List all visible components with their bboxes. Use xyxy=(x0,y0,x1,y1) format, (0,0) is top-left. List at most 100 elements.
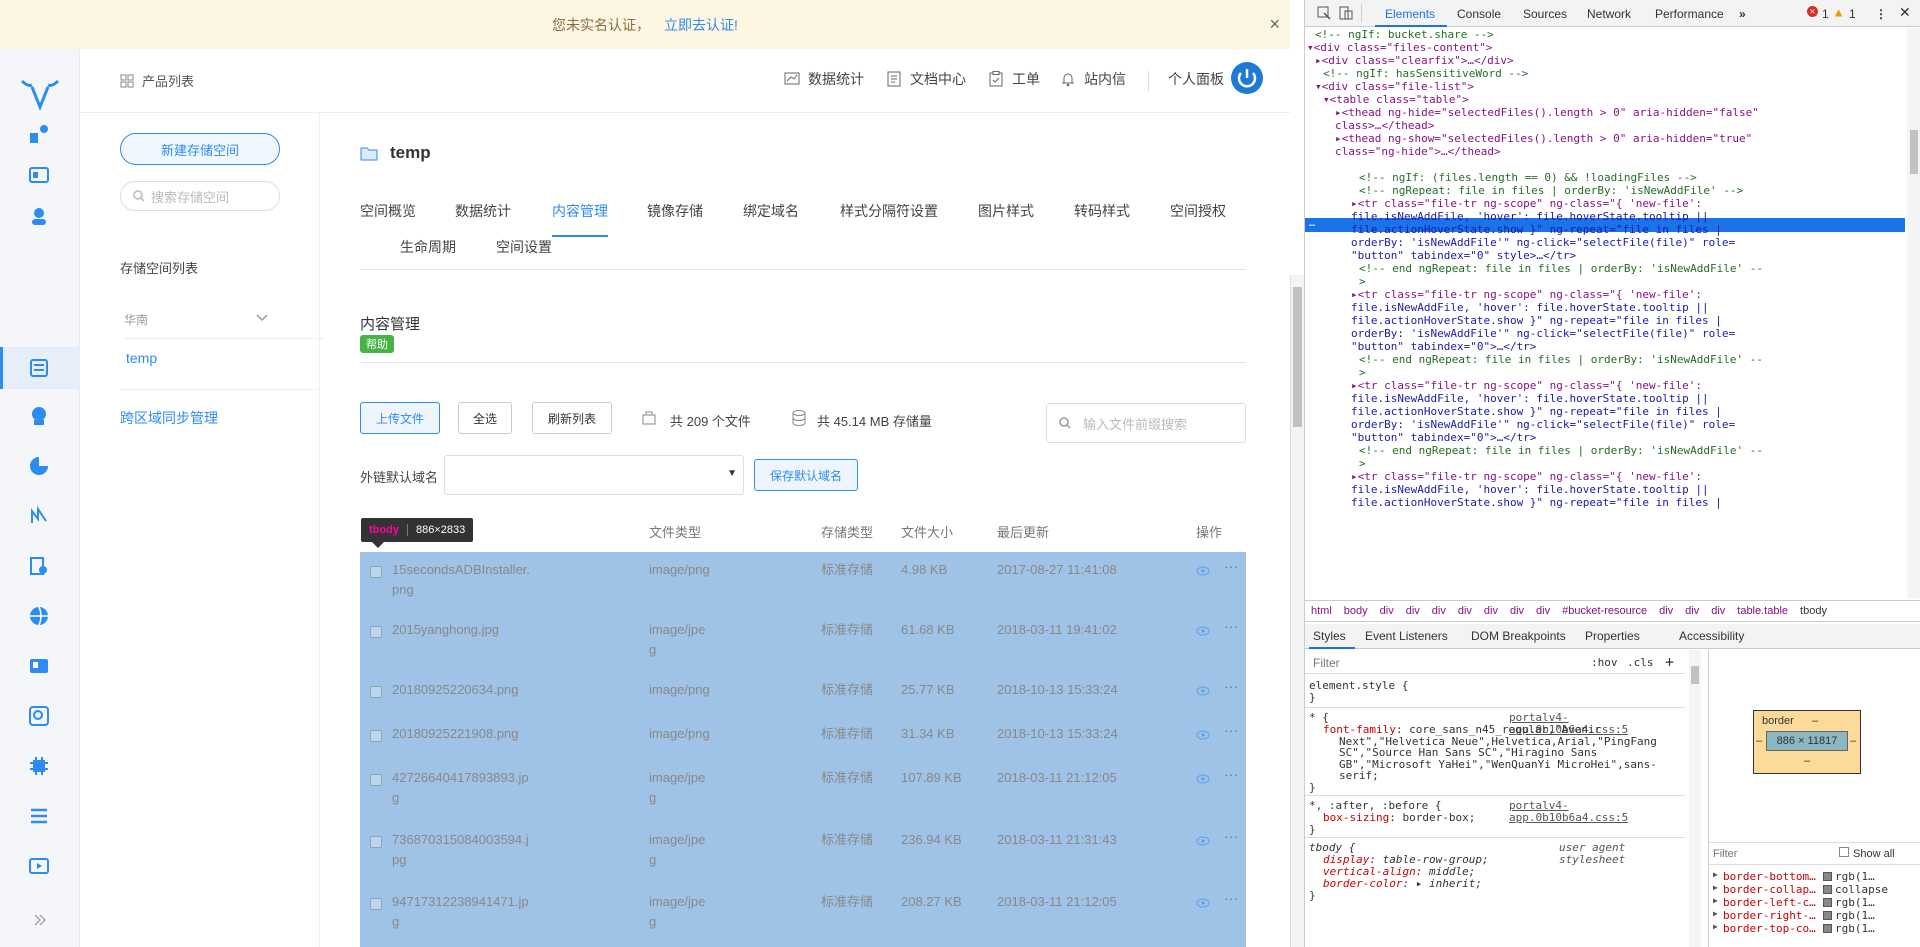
element-style-rule[interactable]: element.style { xyxy=(1309,680,1408,692)
dom-node-line[interactable]: ▸<thead ng-show="selectedFiles().length … xyxy=(1335,132,1752,145)
kebab-menu-icon[interactable]: ⋮ xyxy=(1875,7,1887,21)
close-devtools-icon[interactable]: ✕ xyxy=(1899,4,1911,21)
storage-icon[interactable] xyxy=(28,357,50,379)
breadcrumb-node[interactable]: div xyxy=(1685,605,1699,617)
inspect-element-icon[interactable] xyxy=(1317,6,1331,20)
breadcrumb-node[interactable]: div xyxy=(1406,605,1420,617)
qiniu-logo-icon[interactable] xyxy=(18,77,62,113)
dom-node-selected[interactable]: ▾<tbody> == $0 xyxy=(1335,158,1428,171)
new-style-rule-icon[interactable]: + xyxy=(1665,653,1674,671)
subtab-accessibility[interactable]: Accessibility xyxy=(1679,629,1744,643)
dom-node-line[interactable]: class="ng-hide">…</thead> xyxy=(1335,145,1501,158)
dom-node-line[interactable]: > xyxy=(1359,275,1366,288)
region-selector[interactable]: 华南 xyxy=(124,311,324,339)
dom-node-line[interactable]: "button" tabindex="0" style>…</tr> xyxy=(1351,249,1576,262)
expand-triangle-icon[interactable]: ▶ xyxy=(1713,883,1718,892)
video-icon[interactable] xyxy=(28,855,50,877)
file-prefix-search-input[interactable]: 输入文件前缀搜索 xyxy=(1046,403,1246,443)
tab-image-style[interactable]: 图片样式 xyxy=(978,201,1034,221)
dom-node-line[interactable]: "button" tabindex="0">…</tr> xyxy=(1351,431,1536,444)
computed-property-row[interactable]: ▶ border-bottom… rgb(1… xyxy=(1709,870,1920,883)
node-ellipsis-icon[interactable]: … xyxy=(1309,218,1315,229)
dom-node-line[interactable]: file.isNewAddFile, 'hover': file.hoverSt… xyxy=(1351,210,1709,223)
product-list-link[interactable]: 产品列表 xyxy=(120,71,194,90)
breadcrumb-node[interactable]: div xyxy=(1380,605,1394,617)
dom-scrollbar[interactable] xyxy=(1907,28,1920,598)
tab-sources[interactable]: Sources xyxy=(1523,7,1567,21)
help-badge[interactable]: 帮助 xyxy=(360,335,394,353)
dom-node-line[interactable]: file.isNewAddFile, 'hover': file.hoverSt… xyxy=(1351,392,1709,405)
computed-property-row[interactable]: ▶ border-left-c… rgb(1… xyxy=(1709,896,1920,909)
dom-node-line[interactable]: <!-- end ngRepeat: file in files | order… xyxy=(1359,444,1763,457)
rule3-property-3[interactable]: border-color xyxy=(1323,877,1402,890)
tab-performance[interactable]: Performance xyxy=(1655,7,1724,21)
preview-eye-icon[interactable] xyxy=(1196,626,1210,636)
more-actions-icon[interactable]: ··· xyxy=(1224,618,1238,634)
row-checkbox[interactable] xyxy=(370,836,382,848)
rule2-value[interactable]: border-box; xyxy=(1402,811,1475,824)
breadcrumb-node[interactable]: body xyxy=(1344,605,1368,617)
expand-triangle-icon[interactable]: ▶ xyxy=(1713,922,1718,931)
rule2-property[interactable]: box-sizing xyxy=(1323,811,1389,824)
preview-eye-icon[interactable] xyxy=(1196,730,1210,740)
dom-node-line[interactable]: ▸<thead ng-hide="selectedFiles().length … xyxy=(1335,106,1759,119)
dom-node-line[interactable]: ▾<div class="files-content"> xyxy=(1307,41,1492,54)
breadcrumb-node[interactable]: html xyxy=(1311,605,1332,617)
tab-space-auth[interactable]: 空间授权 xyxy=(1170,201,1226,221)
dom-node-line[interactable]: <!-- ngIf: bucket.share --> xyxy=(1315,28,1494,41)
verify-link[interactable]: 立即去认证! xyxy=(664,15,738,35)
dom-node-line[interactable]: <!-- ngRepeat: file in files | orderBy: … xyxy=(1359,184,1743,197)
cross-region-sync-link[interactable]: 跨区域同步管理 xyxy=(120,408,218,428)
subtab-styles[interactable]: Styles xyxy=(1313,629,1346,643)
profile-card-icon[interactable] xyxy=(28,655,50,677)
dom-node-line[interactable]: orderBy: 'isNewAddFile'" ng-click="selec… xyxy=(1351,236,1735,249)
dom-node-line[interactable]: file.actionHoverState.show }" ng-repeat=… xyxy=(1351,314,1722,327)
dom-node-line[interactable]: ▾<div class="file-list"> xyxy=(1315,80,1474,93)
styles-scrollbar[interactable] xyxy=(1689,650,1701,947)
tab-transcode-style[interactable]: 转码样式 xyxy=(1074,201,1130,221)
bucket-search-input[interactable]: 搜索存储空间 xyxy=(120,181,280,211)
more-actions-icon[interactable]: ··· xyxy=(1224,558,1238,574)
user-support-icon[interactable] xyxy=(28,205,50,227)
docs-link[interactable]: 文档中心 xyxy=(886,69,966,89)
breadcrumb-node[interactable]: div xyxy=(1711,605,1725,617)
globe-icon[interactable] xyxy=(28,605,50,627)
dom-node-line[interactable]: file.isNewAddFile, 'hover': file.hoverSt… xyxy=(1351,301,1709,314)
row-checkbox[interactable] xyxy=(370,730,382,742)
subtab-dom-breakpoints[interactable]: DOM Breakpoints xyxy=(1471,629,1566,643)
row-checkbox[interactable] xyxy=(370,898,382,910)
box-model-content[interactable]: 886 × 11817 xyxy=(1766,731,1848,751)
dom-node-line[interactable]: class>…</thead> xyxy=(1335,119,1434,132)
preview-eye-icon[interactable] xyxy=(1196,774,1210,784)
breadcrumb-node[interactable]: div xyxy=(1536,605,1550,617)
close-icon[interactable]: × xyxy=(1269,14,1280,35)
rule3-selector[interactable]: tbody { xyxy=(1309,842,1355,854)
dom-node-line[interactable]: file.isNewAddFile, 'hover': file.hoverSt… xyxy=(1351,483,1709,496)
computed-property-row[interactable]: ▶ border-right-… rgb(1… xyxy=(1709,909,1920,922)
upload-button[interactable]: 上传文件 xyxy=(360,402,440,434)
dom-node-line[interactable]: > xyxy=(1359,366,1366,379)
more-actions-icon[interactable]: ··· xyxy=(1224,890,1238,906)
dom-node-line[interactable]: "button" tabindex="0">…</tr> xyxy=(1351,340,1536,353)
new-bucket-button[interactable]: 新建存储空间 xyxy=(120,133,280,165)
color-swatch-icon[interactable] xyxy=(1823,924,1832,933)
list-icon[interactable] xyxy=(28,805,50,827)
main-scrollbar[interactable] xyxy=(1290,275,1304,947)
preview-eye-icon[interactable] xyxy=(1196,566,1210,576)
tab-mirror-storage[interactable]: 镜像存储 xyxy=(647,201,703,221)
ticket-link[interactable]: 工单 xyxy=(988,69,1040,89)
preview-eye-icon[interactable] xyxy=(1196,686,1210,696)
dom-node-line[interactable]: orderBy: 'isNewAddFile'" ng-click="selec… xyxy=(1351,327,1735,340)
tab-space-settings[interactable]: 空间设置 xyxy=(496,237,552,257)
tab-lifecycle[interactable]: 生命周期 xyxy=(400,237,456,257)
subtab-event-listeners[interactable]: Event Listeners xyxy=(1365,629,1448,643)
dom-node-line[interactable]: <!-- end ngRepeat: file in files | order… xyxy=(1359,353,1763,366)
styles-scrollbar-thumb[interactable] xyxy=(1691,666,1699,684)
row-checkbox[interactable] xyxy=(370,566,382,578)
row-checkbox[interactable] xyxy=(370,686,382,698)
more-actions-icon[interactable]: ··· xyxy=(1224,828,1238,844)
expand-sidebar-icon[interactable] xyxy=(32,912,48,928)
computed-property-row[interactable]: ▶ border-top-co… rgb(1… xyxy=(1709,922,1920,935)
breadcrumb-node[interactable]: div xyxy=(1510,605,1524,617)
tab-content-management[interactable]: 内容管理 xyxy=(552,201,608,221)
